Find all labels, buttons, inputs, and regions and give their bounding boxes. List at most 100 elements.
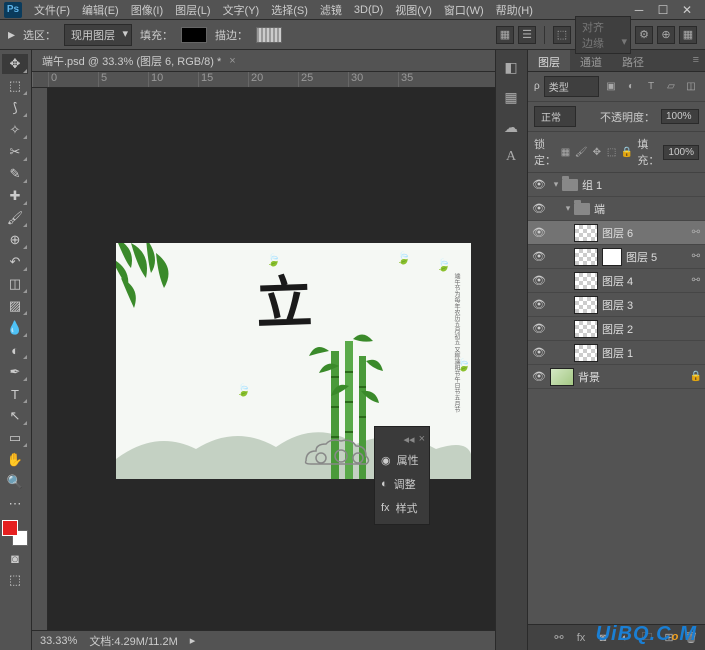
opt-grid-icon[interactable]: ▦ [679,26,697,44]
opt-align-icon[interactable]: ▦ [496,26,514,44]
history-brush-tool[interactable]: ↶ [2,252,28,272]
hand-tool[interactable]: ✋ [2,450,28,470]
layer-row[interactable]: 👁图层 4⚯ [528,269,705,293]
document-tab[interactable]: 端午.psd @ 33.3% (图层 6, RGB/8) * × [32,50,495,72]
opt-dist-icon[interactable]: ☰ [518,26,536,44]
opacity-input[interactable]: 100% [661,109,699,124]
layer-row[interactable]: 👁图层 5⚯ [528,245,705,269]
opt-stroke-swatch[interactable] [256,27,282,43]
opt-3d-icon[interactable]: ⬚ [553,26,571,44]
close-tab-icon[interactable]: × [229,55,235,67]
libraries-panel-icon[interactable]: ☁ [498,116,524,138]
canvas[interactable]: 🍃 🍃 🍃 🍃 🍃 立 端午节为每年农历五月初五 又称端阳节午日节五月节 [48,88,495,630]
layer-thumbnail[interactable] [574,344,598,362]
swatches-panel-icon[interactable]: ▦ [498,86,524,108]
eyedropper-tool[interactable]: ✎ [2,164,28,184]
layer-row[interactable]: 👁 图层 1 [528,341,705,365]
layer-name[interactable]: 图层 3 [602,297,705,313]
visibility-toggle[interactable]: 👁 [528,298,550,311]
lock-artboard-icon[interactable]: ⬚ [606,144,617,160]
screenmode-tool[interactable]: ⬚ [2,570,28,590]
visibility-toggle[interactable]: 👁 [528,178,550,191]
menu-edit[interactable]: 编辑(E) [76,0,125,20]
menu-window[interactable]: 窗口(W) [438,0,490,20]
layer-thumbnail[interactable] [574,272,598,290]
layer-row[interactable]: 👁▾组 1 [528,173,705,197]
blur-tool[interactable]: 💧 [2,318,28,338]
visibility-toggle[interactable]: 👁 [528,274,550,287]
doc-size[interactable]: 文档:4.29M/11.2M [89,633,177,649]
visibility-toggle[interactable]: 👁 [528,250,550,263]
color-swatches[interactable] [2,520,28,546]
brush-tool[interactable]: 🖌 [2,208,28,228]
lasso-tool[interactable]: ⟆ [2,98,28,118]
menu-image[interactable]: 图像(I) [125,0,169,20]
layer-name[interactable]: 端 [594,201,705,217]
status-arrow-icon[interactable]: ▸ [190,634,196,647]
layer-name[interactable]: 图层 6 [602,225,687,241]
gradient-tool[interactable]: ▨ [2,296,28,316]
layer-name[interactable]: 图层 4 [602,273,687,289]
heal-tool[interactable]: ✚ [2,186,28,206]
lock-transparent-icon[interactable]: ▦ [560,144,571,160]
layer-thumbnail[interactable] [574,320,598,338]
menu-filter[interactable]: 滤镜 [314,0,348,20]
lock-pixels-icon[interactable]: 🖌 [575,144,588,160]
move-tool[interactable]: ✥ [2,54,28,74]
opt-search-icon[interactable]: ⊕ [657,26,675,44]
zoom-level[interactable]: 33.33% [40,635,77,647]
filter-type-icon[interactable]: T [643,79,659,95]
stamp-tool[interactable]: ⊕ [2,230,28,250]
layer-mask-thumbnail[interactable] [602,248,622,266]
filter-shape-icon[interactable]: ▱ [663,79,679,95]
panel-collapse-icon[interactable]: ◂◂ [404,433,415,446]
group-arrow-icon[interactable]: ▾ [562,203,574,214]
dodge-tool[interactable]: ◐ [2,340,28,360]
lock-all-icon[interactable]: 🔒 [621,144,633,160]
styles-tab[interactable]: fx样式 [375,496,429,520]
link-layers-button[interactable]: ⚯ [549,628,569,648]
visibility-toggle[interactable]: 👁 [528,202,550,215]
path-select-tool[interactable]: ↖ [2,406,28,426]
filter-pixel-icon[interactable]: ▣ [603,79,619,95]
menu-file[interactable]: 文件(F) [28,0,76,20]
quickmask-tool[interactable]: ◙ [2,548,28,568]
opt-select-dropdown[interactable]: 现用图层 [64,24,132,46]
eraser-tool[interactable]: ◫ [2,274,28,294]
filter-smart-icon[interactable]: ◫ [683,79,699,95]
menu-3d[interactable]: 3D(D) [348,2,389,18]
opt-fill-swatch[interactable] [181,27,207,43]
panel-close-icon[interactable]: × [419,433,425,446]
menu-layer[interactable]: 图层(L) [169,0,216,20]
layer-row[interactable]: 👁背景🔒 [528,365,705,389]
panel-menu-icon[interactable]: ≡ [687,50,705,71]
type-tool[interactable]: T [2,384,28,404]
wand-tool[interactable]: ✧ [2,120,28,140]
layer-row[interactable]: 👁 ▾ 端 [528,197,705,221]
adjustments-tab[interactable]: ◐调整 [375,472,429,496]
layer-name[interactable]: 背景 [578,369,687,385]
visibility-toggle[interactable]: 👁 [528,370,550,383]
menu-select[interactable]: 选择(S) [265,0,314,20]
filter-kind-dropdown[interactable]: 类型 [544,76,599,97]
lock-position-icon[interactable]: ✥ [591,144,602,160]
layer-name[interactable]: 图层 1 [602,345,705,361]
layer-fx-button[interactable]: fx [571,628,591,648]
window-close[interactable]: ✕ [681,4,693,16]
menu-type[interactable]: 文字(Y) [217,0,266,20]
window-minimize[interactable]: ─ [633,4,645,16]
layer-row[interactable]: 👁图层 2 [528,317,705,341]
shape-tool[interactable]: ▭ [2,428,28,448]
properties-tab[interactable]: ◉属性 [375,448,429,472]
pen-tool[interactable]: ✒ [2,362,28,382]
filter-adjust-icon[interactable]: ◐ [623,79,639,95]
layer-thumbnail[interactable] [550,368,574,386]
fill-input[interactable]: 100% [663,145,699,160]
visibility-toggle[interactable]: 👁 [528,346,550,359]
layer-thumbnail[interactable] [574,248,598,266]
layer-thumbnail[interactable] [574,224,598,242]
tab-layers[interactable]: 图层 [528,50,570,71]
layer-row[interactable]: 👁 图层 3 [528,293,705,317]
group-arrow-icon[interactable]: ▾ [550,179,562,190]
menu-view[interactable]: 视图(V) [389,0,438,20]
